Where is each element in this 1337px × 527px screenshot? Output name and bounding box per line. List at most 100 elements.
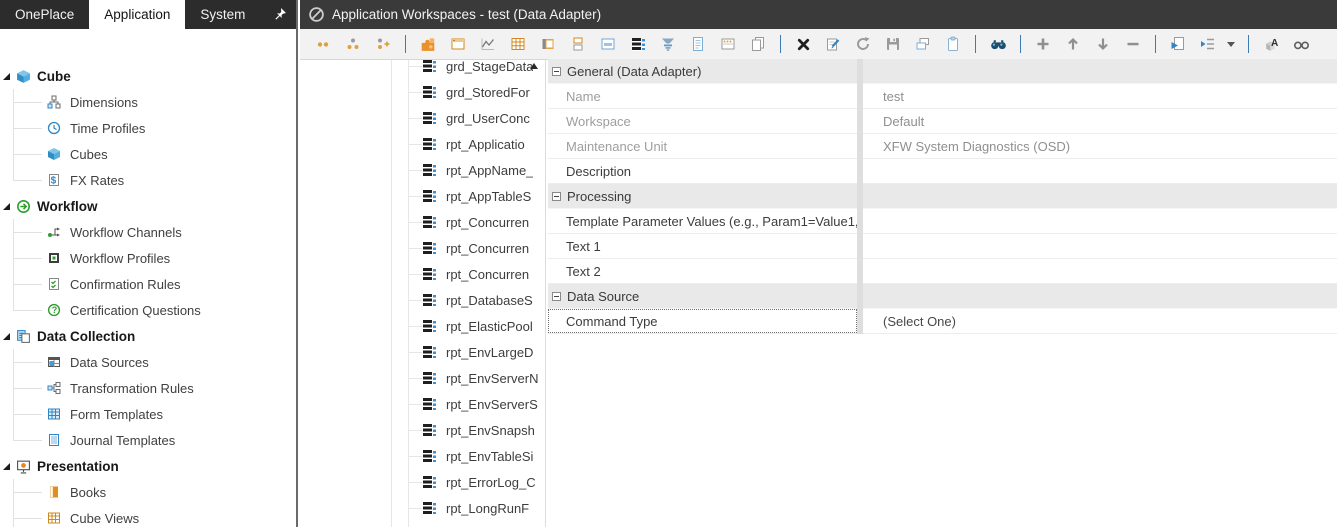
form-window-icon[interactable] (596, 32, 620, 56)
sidebar-item-certification-questions[interactable]: ? Certification Questions (0, 297, 296, 323)
filter-icon[interactable] (656, 32, 680, 56)
collapse-icon[interactable] (552, 292, 561, 301)
property-row-command-type[interactable]: Command Type (Select One) (548, 309, 1337, 334)
section-processing[interactable]: Processing (548, 184, 1337, 209)
maintenance-unit-value[interactable]: XFW System Diagnostics (OSD) (857, 134, 1337, 158)
collapse-icon[interactable] (552, 192, 561, 201)
list-item[interactable]: rpt_EnvServerS (392, 391, 545, 417)
sidebar-item-confirmation-rules[interactable]: Confirmation Rules (0, 271, 296, 297)
list-item[interactable]: rpt_AppTableS (392, 183, 545, 209)
run-page-icon[interactable] (1166, 32, 1190, 56)
sidebar-item-data-collection[interactable]: Data Collection (0, 323, 296, 349)
column-splitter[interactable] (857, 59, 863, 334)
workspace-puzzle-icon[interactable] (416, 32, 440, 56)
expander-icon[interactable] (3, 73, 10, 80)
dashboard-window-icon[interactable] (716, 32, 740, 56)
chart-icon[interactable] (476, 32, 500, 56)
sidebar-item-cube[interactable]: Cube (0, 63, 296, 89)
clipboard-icon[interactable] (941, 32, 965, 56)
sheet-grid-icon[interactable] (506, 32, 530, 56)
pair-dots-icon[interactable] (311, 32, 335, 56)
sidebar-item-transformation-rules[interactable]: Transformation Rules (0, 375, 296, 401)
sidebar-splitter[interactable] (296, 0, 298, 527)
name-value[interactable]: test (857, 84, 1337, 108)
sidebar-item-presentation[interactable]: Presentation (0, 453, 296, 479)
scroll-up-icon[interactable] (530, 63, 538, 69)
property-row-name[interactable]: Name test (548, 84, 1337, 109)
move-down-icon[interactable] (1091, 32, 1115, 56)
new-window-icon[interactable] (446, 32, 470, 56)
section-general[interactable]: General (Data Adapter) (548, 59, 1337, 84)
expander-icon[interactable] (3, 203, 10, 210)
section-data-source[interactable]: Data Source (548, 284, 1337, 309)
sidebar-item-time-profiles[interactable]: Time Profiles (0, 115, 296, 141)
tab-application[interactable]: Application (89, 0, 185, 29)
list-item[interactable]: grd_UserConc (392, 105, 545, 131)
list-item[interactable]: rpt_EnvSnapsh (392, 417, 545, 443)
property-row-text-1[interactable]: Text 1 (548, 234, 1337, 259)
list-item[interactable]: rpt_EnvLargeD (392, 339, 545, 365)
edit-note-icon[interactable] (821, 32, 845, 56)
copy-pages-icon[interactable] (746, 32, 770, 56)
property-row-description[interactable]: Description (548, 159, 1337, 184)
text-2-value[interactable] (857, 259, 1337, 283)
run-list-icon[interactable] (1196, 32, 1220, 56)
list-item[interactable]: rpt_ErrorLog_C (392, 469, 545, 495)
sidebar-item-fx-rates[interactable]: $ FX Rates (0, 167, 296, 193)
collapse-icon[interactable] (552, 67, 561, 76)
sidebar-item-dimensions[interactable]: Dimensions (0, 89, 296, 115)
find-binoculars-icon[interactable] (986, 32, 1010, 56)
list-item[interactable]: rpt_LongRunF (392, 495, 545, 521)
property-row-text-2[interactable]: Text 2 (548, 259, 1337, 284)
add-dots-icon[interactable] (371, 32, 395, 56)
remove-minus-icon[interactable] (1121, 32, 1145, 56)
expander-icon[interactable] (3, 333, 10, 340)
list-item[interactable]: rpt_Concurren (392, 235, 545, 261)
property-row-workspace[interactable]: Workspace Default (548, 109, 1337, 134)
sidebar-item-journal-templates[interactable]: Journal Templates (0, 427, 296, 453)
description-value[interactable] (857, 159, 1337, 183)
layers-icon[interactable] (566, 32, 590, 56)
command-type-value[interactable]: (Select One) (857, 309, 1337, 333)
tab-oneplace[interactable]: OnePlace (0, 0, 89, 29)
save-icon[interactable] (881, 32, 905, 56)
property-row-template-parameter-values[interactable]: Template Parameter Values (e.g., Param1=… (548, 209, 1337, 234)
workspace-value[interactable]: Default (857, 109, 1337, 133)
sidebar-item-workflow-profiles[interactable]: Workflow Profiles (0, 245, 296, 271)
tab-system[interactable]: System (185, 0, 260, 29)
pin-icon[interactable] (272, 0, 287, 29)
restore-window-icon[interactable] (911, 32, 935, 56)
sidebar-item-workflow-channels[interactable]: Workflow Channels (0, 219, 296, 245)
list-item[interactable]: rpt_Concurren (392, 261, 545, 287)
list-item[interactable]: grd_StageData (392, 60, 545, 79)
preview-glasses-icon[interactable] (1289, 32, 1313, 56)
sidebar-item-workflow[interactable]: Workflow (0, 193, 296, 219)
sidebar-item-cube-views[interactable]: Cube Views (0, 505, 296, 527)
document-icon[interactable] (686, 32, 710, 56)
text-1-value[interactable] (857, 234, 1337, 258)
list-item[interactable]: rpt_AppName_ (392, 157, 545, 183)
sidebar-item-books[interactable]: Books (0, 479, 296, 505)
expander-icon[interactable] (3, 463, 10, 470)
list-item[interactable]: grd_StoredFor (392, 79, 545, 105)
tree-dots-icon[interactable] (341, 32, 365, 56)
move-up-icon[interactable] (1061, 32, 1085, 56)
add-plus-icon[interactable] (1031, 32, 1055, 56)
list-item[interactable]: rpt_Applicatio (392, 131, 545, 157)
template-parameter-values-value[interactable] (857, 209, 1337, 233)
list-item[interactable]: rpt_EnvServerN (392, 365, 545, 391)
refresh-icon[interactable] (851, 32, 875, 56)
list-item[interactable]: rpt_Concurren (392, 209, 545, 235)
binder-icon[interactable] (536, 32, 560, 56)
delete-x-icon[interactable] (791, 32, 815, 56)
list-item[interactable]: rpt_DatabaseS (392, 287, 545, 313)
dropdown-caret-icon[interactable] (1226, 32, 1238, 56)
translate-cube-icon[interactable]: A (1259, 32, 1283, 56)
data-adapter-icon[interactable] (626, 32, 650, 56)
list-item[interactable]: rpt_EnvTableSi (392, 443, 545, 469)
sidebar-item-cubes[interactable]: Cubes (0, 141, 296, 167)
sidebar-item-form-templates[interactable]: Form Templates (0, 401, 296, 427)
sidebar-item-data-sources[interactable]: Data Sources (0, 349, 296, 375)
list-item[interactable]: rpt_ElasticPool (392, 313, 545, 339)
property-row-maintenance-unit[interactable]: Maintenance Unit XFW System Diagnostics … (548, 134, 1337, 159)
